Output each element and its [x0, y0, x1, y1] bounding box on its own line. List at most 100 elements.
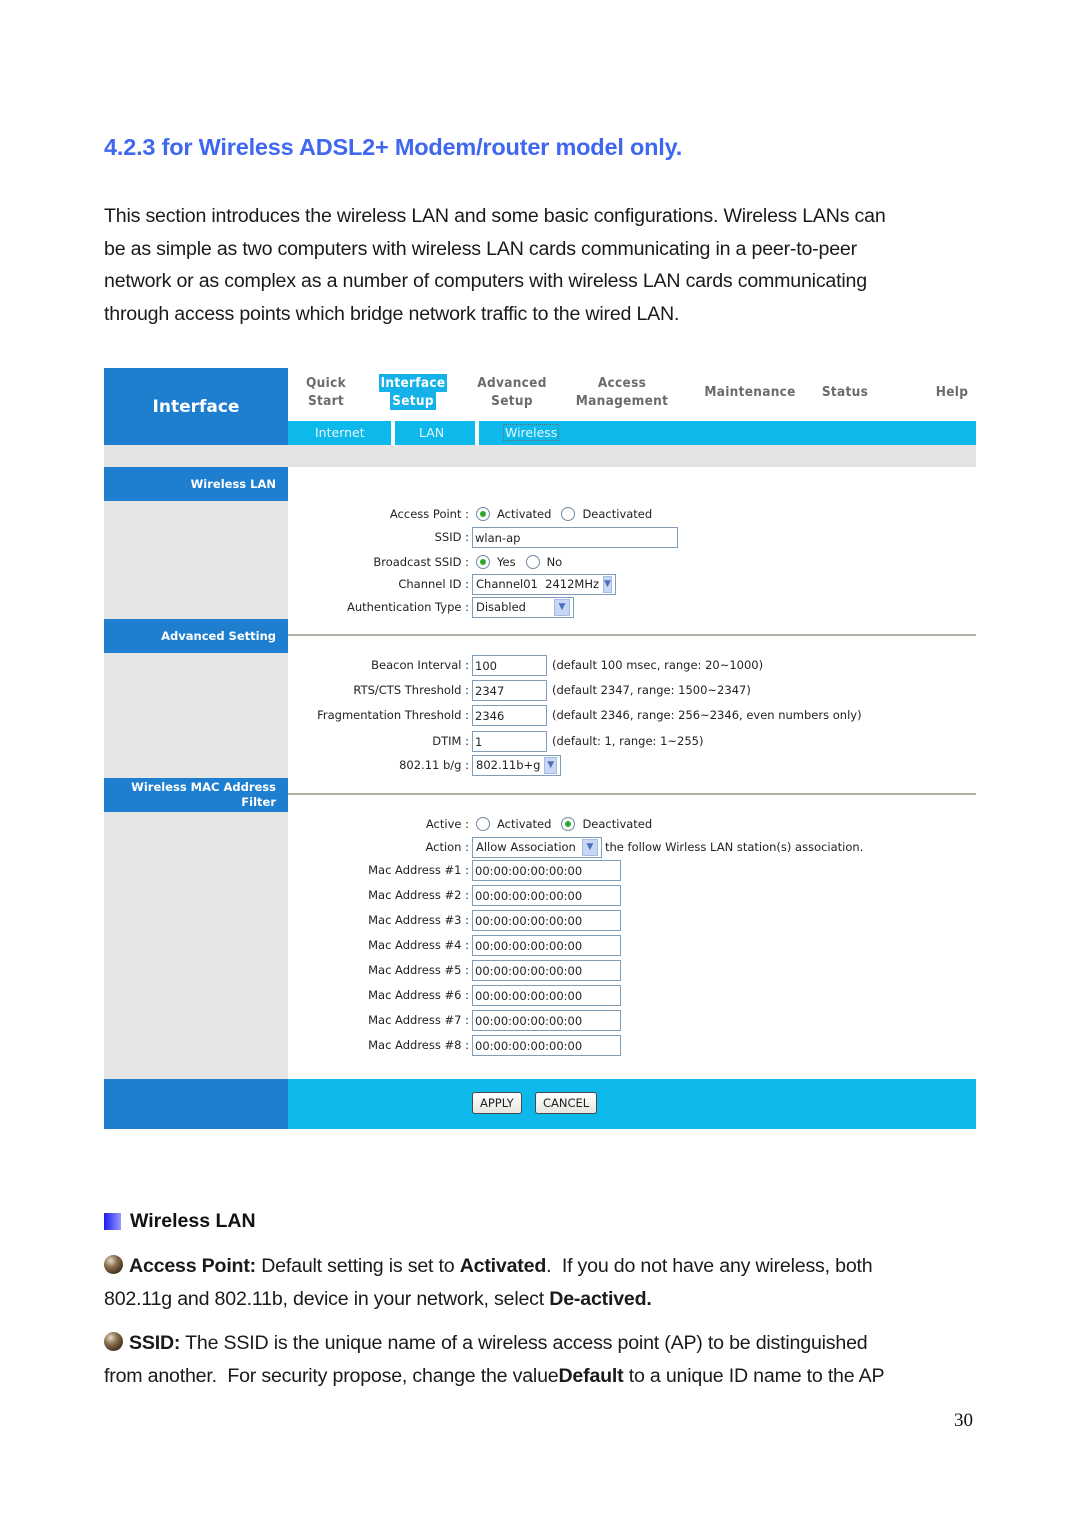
mac-address-input[interactable]: 00:00:00:00:00:00	[472, 859, 621, 881]
section-advanced-setting: Advanced Setting	[104, 619, 288, 653]
radio-label: No	[546, 555, 563, 569]
channel-label: Channel ID :	[398, 577, 469, 591]
mac-address-row: Mac Address #1 :00:00:00:00:00:00	[288, 859, 976, 881]
desc-line: from another. For security propose, chan…	[104, 1360, 984, 1393]
auth-type-select[interactable]: Disabled ▼	[472, 596, 574, 618]
mode-select[interactable]: 802.11b+g ▼	[472, 754, 561, 776]
beacon-input[interactable]: 100	[472, 654, 547, 676]
ssid-input[interactable]: wlan-ap	[472, 526, 678, 548]
router-ui-screenshot: Interface Quick Start Interface Setup Adva…	[104, 368, 976, 1129]
nav-help[interactable]: Help	[932, 383, 972, 401]
nav-label: Maintenance	[704, 384, 796, 400]
wireless-lan-subheading: Wireless LAN	[104, 1210, 256, 1233]
radio-label: Activated	[497, 507, 552, 521]
dtim-row: DTIM : 1 (default: 1, range: 1~255)	[288, 730, 976, 752]
nav-advanced-setup[interactable]: Advanced Setup	[472, 374, 552, 410]
select-value: Disabled	[476, 600, 526, 614]
desc-text: 802.11g and 802.11b, device in your netw…	[104, 1287, 550, 1310]
desc-line: 802.11g and 802.11b, device in your netw…	[104, 1283, 984, 1316]
radio-mac-deactivated[interactable]	[561, 817, 576, 831]
intro-line: This section introduces the wireless LAN…	[104, 205, 886, 227]
rts-input[interactable]: 2347	[472, 679, 547, 701]
broadcast-ssid-label: Broadcast SSID :	[373, 555, 469, 569]
desc-text: from another. For security propose, chan…	[104, 1364, 559, 1387]
mac-action-row: Action : Allow Association ▼ the follow Wi…	[288, 836, 976, 858]
desc-text: The SSID is the unique name of a wireles…	[180, 1332, 868, 1354]
mac-address-label: Mac Address #7 :	[368, 1013, 469, 1027]
nav-status[interactable]: Status	[820, 383, 870, 401]
frag-input[interactable]: 2346	[472, 704, 547, 726]
term: SSID:	[129, 1332, 181, 1354]
access-point-label: Access Point :	[389, 507, 469, 521]
nav-quick-start[interactable]: Quick Start	[304, 374, 348, 410]
mac-address-row: Mac Address #4 :00:00:00:00:00:00	[288, 934, 976, 956]
dtim-input[interactable]: 1	[472, 730, 547, 752]
mac-address-row: Mac Address #6 :00:00:00:00:00:00	[288, 984, 976, 1006]
section-label: Advanced Setting	[161, 628, 276, 643]
nav-label: Setup	[390, 392, 436, 410]
intro-line: through access points which bridge netwo…	[104, 303, 680, 326]
mac-address-input[interactable]: 00:00:00:00:00:00	[472, 1009, 621, 1031]
mac-action-label: Action :	[425, 840, 469, 854]
blue-square-icon	[104, 1213, 121, 1230]
mac-address-label: Mac Address #8 :	[368, 1038, 469, 1052]
broadcast-ssid-row: Broadcast SSID : Yes No	[288, 551, 976, 573]
mac-address-input[interactable]: 00:00:00:00:00:00	[472, 884, 621, 906]
radio-mac-activated[interactable]	[476, 817, 490, 831]
left-column	[104, 467, 288, 1079]
nav-access-management[interactable]: Access Management	[572, 374, 672, 410]
desc-bold: De-actived.	[549, 1287, 652, 1310]
intro-line: be as simple as two computers with wirel…	[104, 237, 857, 260]
beacon-row: Beacon Interval : 100 (default 100 msec, …	[288, 654, 976, 676]
subheading-text: Wireless LAN	[130, 1210, 256, 1232]
subnav-wireless[interactable]: Wireless	[502, 424, 560, 441]
chevron-down-icon: ▼	[554, 598, 570, 616]
radio-ap-deactivated[interactable]	[561, 507, 576, 521]
mac-address-label: Mac Address #5 :	[368, 963, 469, 977]
mac-address-input[interactable]: 00:00:00:00:00:00	[472, 934, 621, 956]
subnav-separator	[391, 421, 395, 445]
channel-select[interactable]: Channel01 2412MHz ▼	[472, 573, 616, 595]
beacon-label: Beacon Interval :	[371, 658, 469, 672]
radio-broadcast-no[interactable]	[525, 555, 540, 569]
mac-address-input[interactable]: 00:00:00:00:00:00	[472, 959, 621, 981]
mac-address-row: Mac Address #7 :00:00:00:00:00:00	[288, 1009, 976, 1031]
section-divider	[288, 634, 976, 636]
nav-label: Status	[821, 384, 869, 400]
nav-maintenance[interactable]: Maintenance	[700, 383, 800, 401]
beacon-hint: (default 100 msec, range: 20~1000)	[552, 658, 764, 672]
rts-label: RTS/CTS Threshold :	[353, 683, 469, 697]
mac-address-input[interactable]: 00:00:00:00:00:00	[472, 984, 621, 1006]
radio-label: Deactivated	[582, 507, 653, 521]
channel-row: Channel ID : Channel01 2412MHz ▼	[288, 573, 976, 595]
chevron-down-icon: ▼	[603, 575, 612, 593]
radio-broadcast-yes[interactable]	[476, 555, 490, 569]
mac-active-label: Active :	[425, 817, 469, 831]
mode-row: 802.11 b/g : 802.11b+g ▼	[288, 754, 976, 776]
mac-active-row: Active : Activated Deactivated	[288, 813, 976, 835]
section-mac-filter: Wireless MAC Address Filter	[104, 778, 288, 812]
select-value: Allow Association	[476, 840, 576, 854]
frag-row: Fragmentation Threshold : 2346 (default 2…	[288, 704, 976, 726]
mac-address-input[interactable]: 00:00:00:00:00:00	[472, 1034, 621, 1056]
mac-address-input[interactable]: 00:00:00:00:00:00	[472, 909, 621, 931]
subnav-internet[interactable]: Internet	[315, 425, 365, 440]
nav-interface-setup[interactable]: Interface Setup	[378, 374, 448, 410]
subnav-lan[interactable]: LAN	[419, 425, 444, 440]
section-divider	[288, 793, 976, 795]
desc-text: Default setting is set to	[255, 1255, 460, 1277]
mac-address-row: Mac Address #8 :00:00:00:00:00:00	[288, 1034, 976, 1056]
mac-action-select[interactable]: Allow Association ▼	[472, 836, 602, 858]
radio-ap-activated[interactable]	[476, 507, 490, 521]
section-label: Filter	[241, 795, 276, 809]
cancel-button[interactable]: CANCEL	[535, 1092, 598, 1114]
mac-address-label: Mac Address #2 :	[368, 888, 469, 902]
apply-button[interactable]: APPLY	[472, 1092, 522, 1114]
ssid-description: SSID: The SSID is the unique name of a w…	[104, 1327, 984, 1392]
auth-type-row: Authentication Type : Disabled ▼	[288, 596, 976, 618]
section-label: Wireless MAC Address	[131, 780, 276, 794]
nav-label: Help	[935, 384, 969, 400]
mac-address-label: Mac Address #3 :	[368, 913, 469, 927]
footer-bar: APPLY CANCEL	[288, 1079, 976, 1129]
nav-label: Management	[575, 393, 669, 409]
